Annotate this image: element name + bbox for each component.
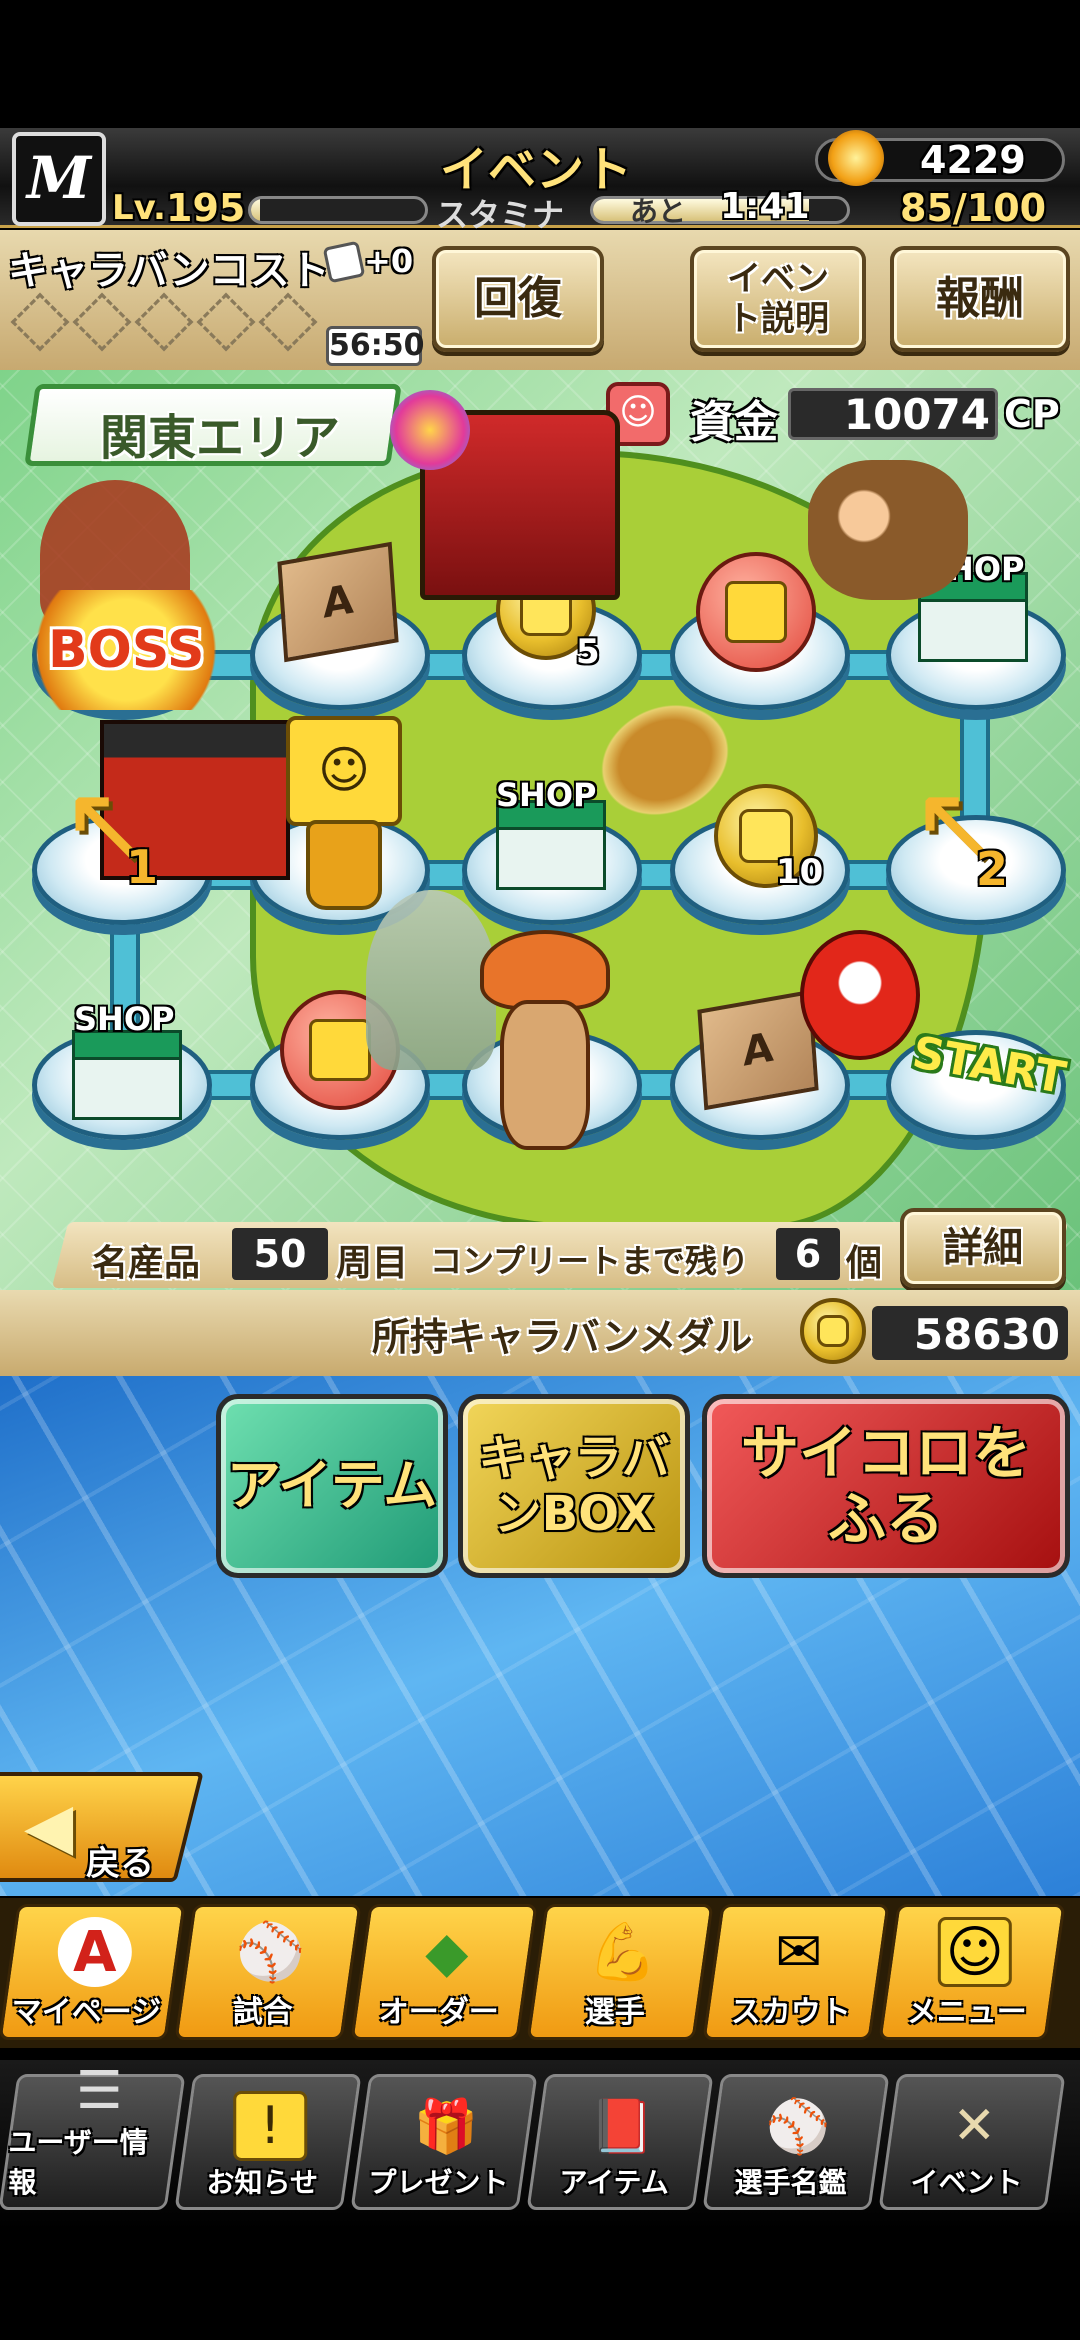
nav-present[interactable]: 🎁 プレゼント <box>350 2074 538 2210</box>
nav-user-info[interactable]: ☰ ユーザー情報 <box>0 2061 186 2210</box>
funds-label: 資金 <box>690 397 778 448</box>
great-buddha-icon <box>366 890 496 1070</box>
crossed-bats-icon: ✕ <box>952 2096 997 2156</box>
player-piece-body <box>306 820 382 910</box>
firework-icon <box>390 390 470 470</box>
cost-slot <box>134 292 194 352</box>
laps-label: 周目 <box>336 1243 409 1284</box>
monkeys-icon <box>808 460 968 600</box>
reward-button[interactable]: 報酬 <box>890 246 1070 352</box>
coin-value-10: 10 <box>776 852 824 892</box>
nav-notice[interactable]: ! お知らせ <box>174 2074 362 2210</box>
arrow-number-1: 1 <box>126 840 159 894</box>
exp-bar <box>248 196 428 224</box>
arrow-number-2: 2 <box>976 842 1009 896</box>
scout-icon: ✉ <box>775 1919 823 1985</box>
team-logo[interactable]: M <box>12 132 106 226</box>
nav-label: オーダー <box>378 1995 499 2030</box>
area-name: 関東エリア <box>100 410 341 466</box>
back-label: 戻る <box>86 1844 154 1884</box>
gift-icon: 🎁 <box>413 2096 479 2157</box>
menu-icon: ☺ <box>937 1917 1012 1987</box>
level-value: 195 <box>166 186 246 230</box>
recover-button[interactable]: 回復 <box>432 246 604 352</box>
nav-label: スカウト <box>730 1995 851 2030</box>
nav-player-directory[interactable]: ⚾ 選手名鑑 <box>702 2074 890 2210</box>
box-icon: A <box>277 541 399 663</box>
caravan-merchant-icon <box>480 930 610 1010</box>
nav-label: ユーザー情報 <box>8 2126 148 2199</box>
nav-label: お知らせ <box>206 2166 319 2199</box>
field-icon: ◆ <box>425 1919 469 1985</box>
medal-value: 58630 <box>913 1310 1060 1359</box>
cost-slot <box>72 292 132 352</box>
boss-label: BOSS <box>48 620 205 680</box>
nav-label: イベント <box>910 2166 1023 2199</box>
funds-value: 10074 <box>843 390 990 439</box>
currency-value: 4229 <box>920 138 1026 182</box>
nav-label: 選手 <box>584 1995 645 2030</box>
laps-value: 50 <box>232 1228 328 1280</box>
roll-dice-button[interactable]: サイコロをふる <box>702 1394 1070 1578</box>
secondary-nav-items: ☰ ユーザー情報 ! お知らせ 🎁 プレゼント 📕 アイテム ⚾ 選手名鑑 ✕ イベント <box>0 2061 1072 2210</box>
nav-label: 選手名鑑 <box>734 2166 847 2199</box>
user-info-icon: ☰ <box>75 2061 123 2121</box>
caravan-cost-label: キャラバンコスト <box>8 248 330 294</box>
coin-value-5: 5 <box>576 632 600 672</box>
player-icon: 💪 <box>587 1920 658 1985</box>
shop-building-icon <box>72 1030 182 1120</box>
level-label: Lv. <box>112 188 166 228</box>
detail-button[interactable]: 詳細 <box>900 1208 1066 1288</box>
nav-label: マイページ <box>12 1995 162 2030</box>
flame-coin-icon <box>828 130 884 186</box>
nav-label: アイテム <box>559 2166 670 2199</box>
stamina-timer: 1:41 <box>720 186 810 227</box>
stamina-value: 85/100 <box>900 186 1047 230</box>
back-arrow-icon: ◀ <box>24 1790 74 1864</box>
notice-icon: ! <box>233 2091 308 2161</box>
nav-order[interactable]: ◆ オーダー <box>350 1904 538 2040</box>
cost-slots <box>10 292 318 352</box>
book-icon: 📕 <box>589 2096 655 2157</box>
nav-label: メニュー <box>906 1995 1027 2030</box>
caravan-box-button[interactable]: キャラバンBOX <box>458 1394 690 1578</box>
nav-scout[interactable]: ✉ スカウト <box>702 1904 890 2040</box>
caravan-cost-bonus: +0 <box>364 242 414 280</box>
remaining-unit: 個 <box>846 1243 883 1284</box>
event-info-button[interactable]: イベント説明 <box>690 246 866 352</box>
stamina-timer-prefix: あと <box>630 195 687 228</box>
nav-event[interactable]: ✕ イベント <box>878 2074 1066 2210</box>
medal-label: 所持キャラバンメダル <box>372 1315 753 1359</box>
medal-coin-icon <box>800 1298 866 1364</box>
cost-slot <box>258 292 318 352</box>
cost-slot <box>10 292 70 352</box>
specialty-label: 名産品 <box>92 1243 201 1284</box>
nav-mypage[interactable]: A マイページ <box>0 1904 186 2040</box>
dice-icon <box>322 240 366 284</box>
item-button[interactable]: アイテム <box>216 1394 448 1578</box>
shop-label: SHOP <box>74 1000 175 1038</box>
mypage-icon: A <box>57 1917 132 1987</box>
primary-nav-items: A マイページ ⚾ 試合 ◆ オーダー 💪 選手 ✉ スカウト ☺ メニュー <box>0 1904 1072 2040</box>
caravan-merchant-body <box>500 1000 590 1150</box>
event-bubble-icon <box>696 552 816 672</box>
shop-label: SHOP <box>496 776 597 814</box>
cost-timer: 56:50 <box>326 326 425 366</box>
remaining-value: 6 <box>776 1228 840 1280</box>
nav-menu[interactable]: ☺ メニュー <box>878 1904 1066 2040</box>
funds-unit: CP <box>1004 392 1060 436</box>
remaining-label: コンプリートまで残り <box>430 1242 750 1280</box>
nav-match[interactable]: ⚾ 試合 <box>174 1904 362 2040</box>
nav-label: 試合 <box>232 1995 293 2030</box>
player-piece-icon: ☺ <box>286 716 402 826</box>
stadium-icon: ⚾ <box>235 1920 306 1985</box>
nav-players[interactable]: 💪 選手 <box>526 1904 714 2040</box>
cost-slot <box>196 292 256 352</box>
batter-icon: ⚾ <box>765 2096 831 2157</box>
nav-label: プレゼント <box>368 2166 509 2199</box>
daruma-icon <box>800 930 920 1060</box>
nav-item[interactable]: 📕 アイテム <box>526 2074 714 2210</box>
